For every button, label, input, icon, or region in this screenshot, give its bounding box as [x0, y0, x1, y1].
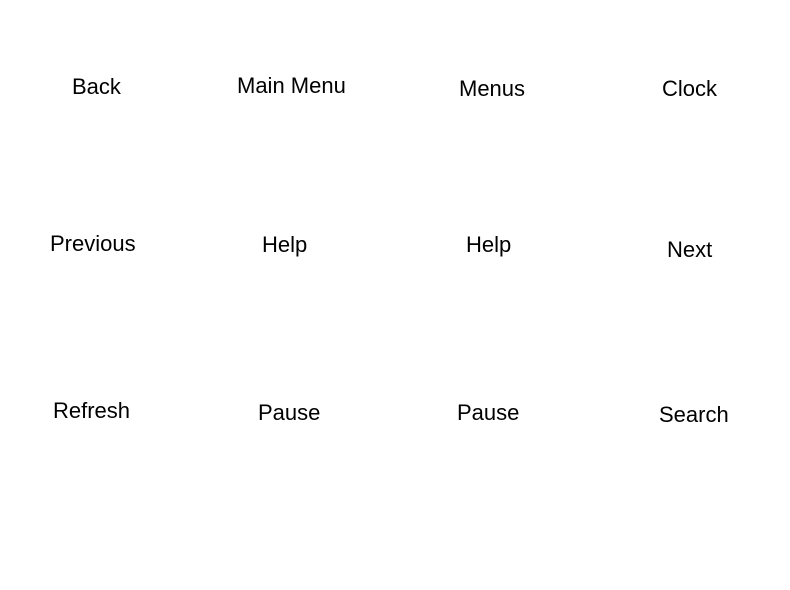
help-button-secondary[interactable]: Help	[466, 232, 511, 258]
refresh-button[interactable]: Refresh	[53, 398, 130, 424]
main-menu-button[interactable]: Main Menu	[237, 73, 346, 99]
back-button[interactable]: Back	[72, 74, 121, 100]
help-button[interactable]: Help	[262, 232, 307, 258]
pause-button-secondary[interactable]: Pause	[457, 400, 519, 426]
next-button[interactable]: Next	[667, 237, 712, 263]
menus-button[interactable]: Menus	[459, 76, 525, 102]
search-button[interactable]: Search	[659, 402, 729, 428]
clock-button[interactable]: Clock	[662, 76, 717, 102]
pause-button[interactable]: Pause	[258, 400, 320, 426]
previous-button[interactable]: Previous	[50, 231, 136, 257]
